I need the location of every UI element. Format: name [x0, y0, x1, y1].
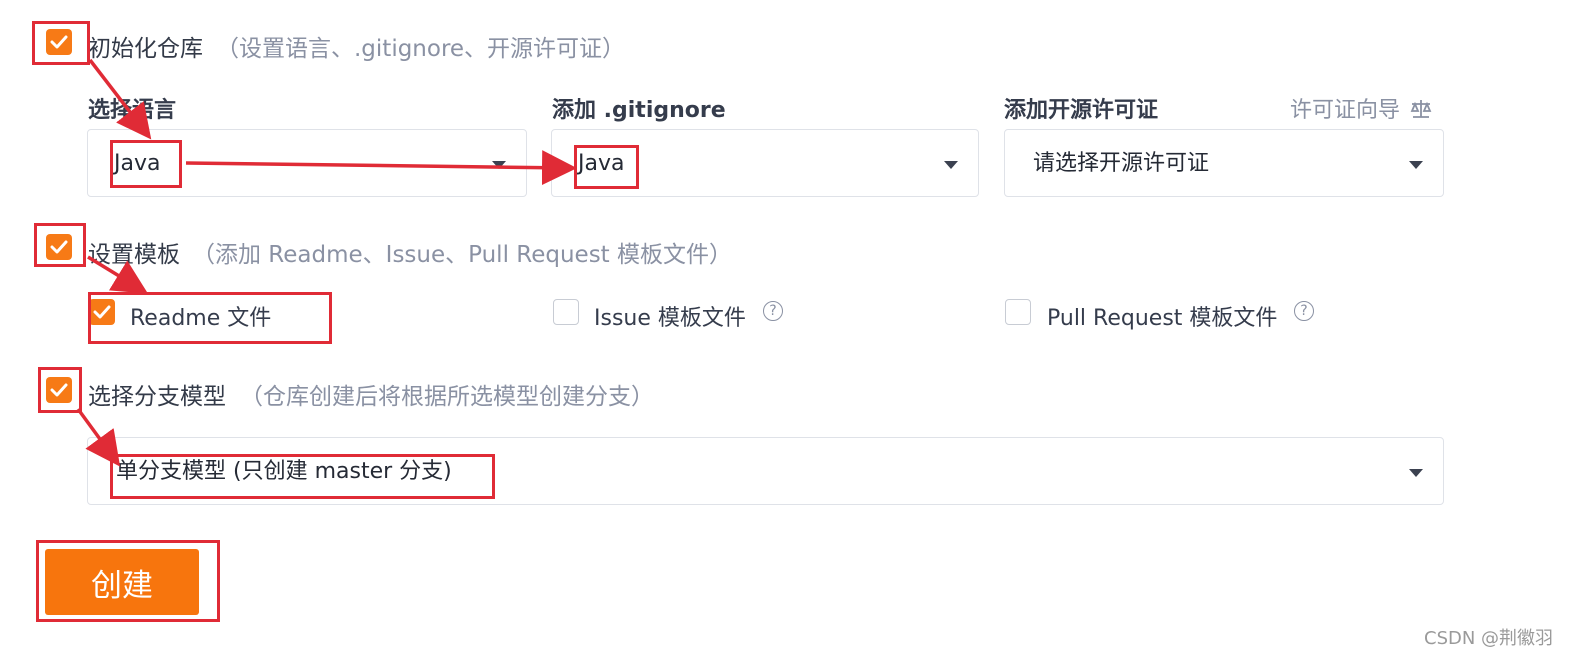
issue-template-checkbox[interactable] [553, 299, 579, 325]
branch-model-checkbox[interactable] [46, 377, 72, 403]
license-label: 添加开源许可证 [1004, 98, 1159, 123]
gitignore-label: 添加 .gitignore [552, 98, 726, 123]
check-icon [50, 35, 68, 49]
branch-model-hint: （仓库创建后将根据所选模型创建分支） [240, 384, 654, 410]
balance-scale-icon [1410, 100, 1432, 118]
create-button[interactable]: 创建 [45, 549, 199, 615]
question-circle-icon[interactable]: ? [1294, 301, 1314, 321]
license-select[interactable]: 请选择开源许可证 [1004, 129, 1444, 197]
gitignore-select[interactable]: Java [551, 129, 979, 197]
init-repo-label: 初始化仓库 [88, 36, 203, 62]
check-icon [93, 305, 111, 319]
license-wizard-label: 许可证向导 [1290, 98, 1401, 123]
check-icon [50, 383, 68, 397]
language-select-value: Java [114, 151, 161, 176]
templates-checkbox[interactable] [46, 234, 72, 260]
templates-label: 设置模板 [88, 242, 180, 268]
chevron-down-icon [944, 161, 958, 169]
branch-model-label: 选择分支模型 [88, 384, 226, 410]
watermark: CSDN @荆徽羽 [1424, 628, 1554, 649]
pr-template-label: Pull Request 模板文件 [1047, 306, 1278, 331]
readme-checkbox[interactable] [89, 299, 115, 325]
readme-label: Readme 文件 [130, 306, 272, 331]
issue-template-label: Issue 模板文件 [594, 306, 746, 331]
license-wizard-link[interactable]: 许可证向导 [1290, 92, 1433, 124]
question-circle-icon[interactable]: ? [763, 301, 783, 321]
branch-model-select[interactable]: 单分支模型 (只创建 master 分支) [87, 437, 1444, 505]
init-repo-hint: （设置语言、.gitignore、开源许可证） [216, 36, 626, 62]
templates-hint: （添加 Readme、Issue、Pull Request 模板文件） [192, 242, 733, 268]
gitignore-select-value: Java [578, 151, 625, 176]
license-select-value: 请选择开源许可证 [1033, 151, 1210, 176]
chevron-down-icon [1409, 469, 1423, 477]
language-select[interactable]: Java [87, 129, 527, 197]
chevron-down-icon [492, 161, 506, 169]
init-repo-checkbox[interactable] [46, 29, 72, 55]
pr-template-checkbox[interactable] [1005, 299, 1031, 325]
branch-model-select-value: 单分支模型 (只创建 master 分支) [116, 459, 452, 484]
language-label: 选择语言 [88, 98, 177, 123]
check-icon [50, 240, 68, 254]
chevron-down-icon [1409, 161, 1423, 169]
